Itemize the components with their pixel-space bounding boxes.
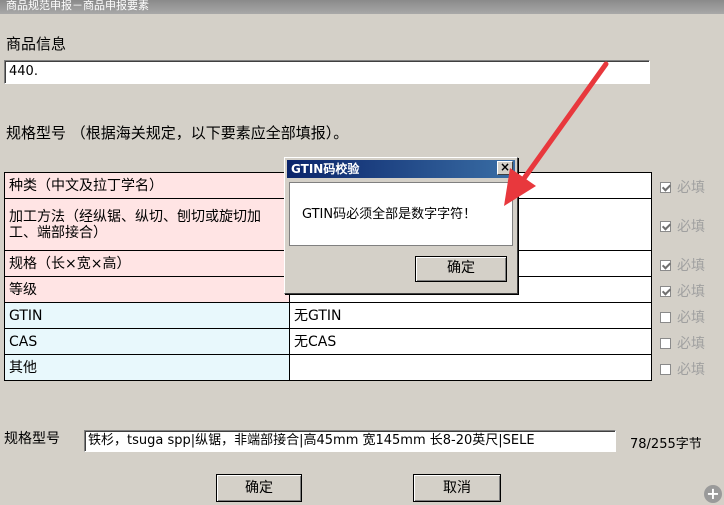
element-name: CAS xyxy=(4,328,290,355)
required-label: 必填 xyxy=(677,180,705,196)
plus-icon[interactable]: + xyxy=(704,485,722,503)
byte-counter: 78/255字节 xyxy=(630,437,702,452)
element-name: 等级 xyxy=(4,276,290,303)
table-row: 其他 xyxy=(4,354,652,381)
required-label: 必填 xyxy=(677,336,705,352)
required-label: 必填 xyxy=(677,310,705,326)
required-label: 必填 xyxy=(677,219,705,235)
element-name: 其他 xyxy=(4,354,290,381)
spec-model-input[interactable]: 铁杉，tsuga spp|纵锯，非端部接合|高45mm 宽145mm 长8-20… xyxy=(84,430,616,452)
required-checkbox[interactable]: 必填 xyxy=(660,281,705,301)
required-checkbox[interactable]: 必填 xyxy=(660,333,705,353)
required-checkbox[interactable]: 必填 xyxy=(660,177,705,197)
dialog-message: GTIN码必须全部是数字字符！ xyxy=(289,182,513,246)
element-name: 种类（中文及拉丁学名） xyxy=(4,172,290,199)
required-checkbox[interactable]: 必填 xyxy=(660,216,705,236)
gtin-dialog: GTIN码校验 × GTIN码必须全部是数字字符！ 确定 xyxy=(284,157,518,294)
spec-header: 规格型号 （根据海关规定，以下要素应全部填报）。 xyxy=(6,124,349,142)
checkbox-icon xyxy=(660,338,671,349)
checkbox-icon xyxy=(660,364,671,375)
spec-model-value: 铁杉，tsuga spp|纵锯，非端部接合|高45mm 宽145mm 长8-20… xyxy=(88,433,535,448)
dialog-title-text: GTIN码校验 xyxy=(291,162,360,176)
product-info-value: 440. xyxy=(9,64,38,79)
required-label: 必填 xyxy=(677,284,705,300)
dialog-title: GTIN码校验 × xyxy=(287,160,515,178)
spec-model-label: 规格型号 xyxy=(4,431,60,447)
element-value-input[interactable]: 无GTIN xyxy=(289,302,652,329)
checkbox-icon xyxy=(660,312,671,323)
element-value-input[interactable]: 无CAS xyxy=(289,328,652,355)
required-label: 必填 xyxy=(677,258,705,274)
element-name: 加工方法（经纵锯、纵切、刨切或旋切加工、端部接合） xyxy=(4,198,290,251)
checkbox-icon xyxy=(660,260,671,271)
required-checkbox[interactable]: 必填 xyxy=(660,307,705,327)
checkbox-icon xyxy=(660,286,671,297)
required-checkbox[interactable]: 必填 xyxy=(660,255,705,275)
element-name: 规格（长×宽×高） xyxy=(4,250,290,277)
checkbox-icon xyxy=(660,182,671,193)
ok-button[interactable]: 确定 xyxy=(216,474,302,502)
product-info-label: 商品信息 xyxy=(6,35,67,53)
window-title: 商品规范申报－商品申报要素 xyxy=(0,0,724,14)
dialog-ok-button[interactable]: 确定 xyxy=(415,256,507,282)
red-arrow-icon xyxy=(504,61,609,206)
checkbox-icon xyxy=(660,221,671,232)
element-name: GTIN xyxy=(4,302,290,329)
table-row: GTIN 无GTIN xyxy=(4,302,652,329)
required-checkbox[interactable]: 必填 xyxy=(660,359,705,379)
required-label: 必填 xyxy=(677,362,705,378)
table-row: CAS 无CAS xyxy=(4,328,652,355)
element-value-input[interactable] xyxy=(289,354,652,381)
cancel-button[interactable]: 取消 xyxy=(413,474,501,502)
